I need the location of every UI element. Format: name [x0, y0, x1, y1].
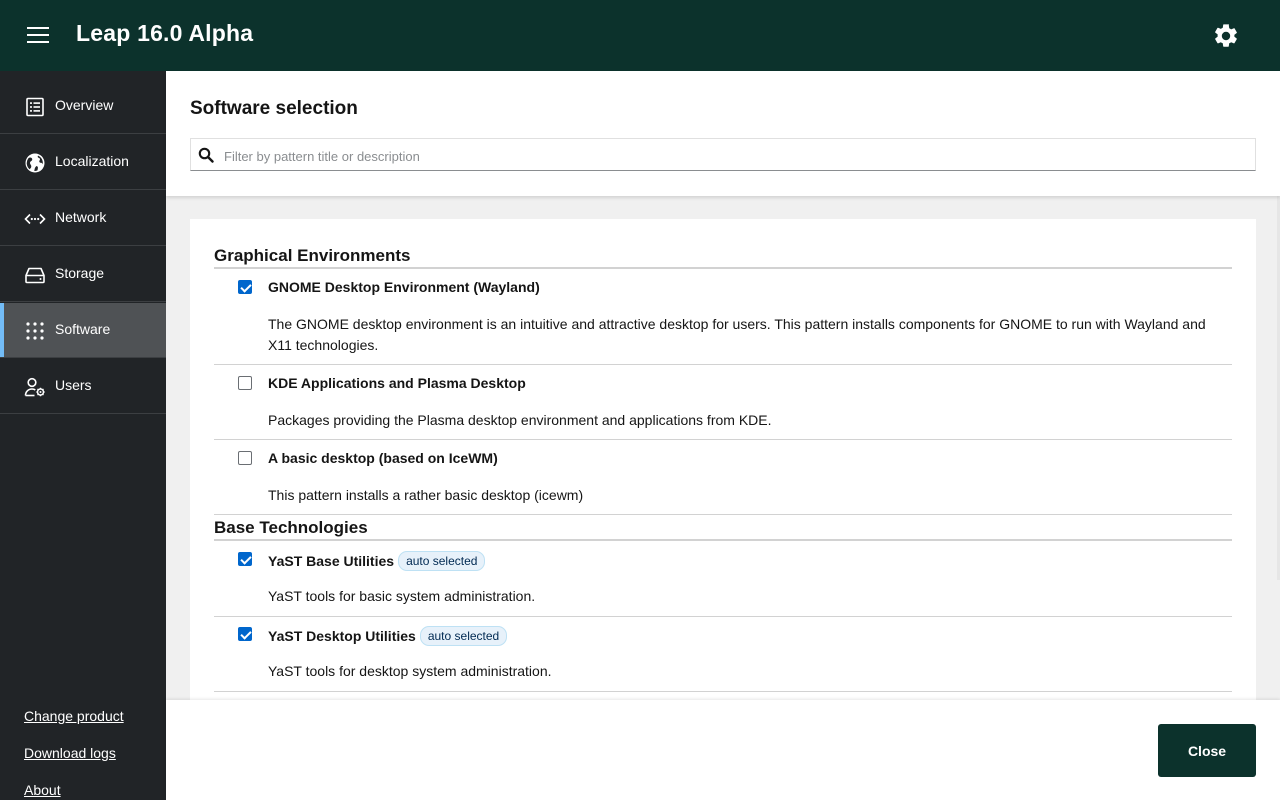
pattern-description: YaST tools for desktop system administra…	[268, 663, 552, 679]
user-settings-icon	[24, 377, 45, 397]
row-divider	[214, 616, 1232, 617]
pattern-description: This pattern installs a rather basic des…	[268, 487, 584, 503]
app-title: Leap 16.0 Alpha	[76, 20, 254, 46]
page-title: Software selection	[190, 98, 358, 119]
pattern-title-text: YaST Base Utilities	[268, 553, 395, 569]
close-button[interactable]: Close	[1158, 724, 1256, 777]
sidebar-item-label: Network	[55, 209, 107, 225]
sidebar-item-software[interactable]: Software	[0, 303, 166, 358]
pattern-checkbox[interactable]	[238, 552, 252, 566]
top-bar: Leap 16.0 Alpha	[0, 0, 1280, 71]
pattern-title[interactable]: KDE Applications and Plasma Desktop	[268, 375, 526, 391]
pattern-title[interactable]: YaST Desktop Utilities auto selected	[268, 626, 508, 646]
pattern-description: YaST tools for basic system administrati…	[268, 588, 536, 604]
list-icon	[26, 97, 44, 117]
sidebar-item-users[interactable]: Users	[0, 359, 166, 414]
pattern-checkbox[interactable]	[238, 451, 252, 465]
sidebar-item-network[interactable]: Network	[0, 191, 166, 246]
page-footer: Close	[166, 700, 1280, 800]
patterns-scroll-area[interactable]: Graphical Environments GNOME Desktop Env…	[166, 196, 1280, 700]
pattern-checkbox[interactable]	[238, 627, 252, 641]
row-divider	[214, 439, 1232, 440]
change-product-link[interactable]: Change product	[24, 708, 124, 724]
row-divider	[214, 364, 1232, 365]
sidebar-item-label: Overview	[55, 97, 114, 113]
sidebar-item-storage[interactable]: Storage	[0, 247, 166, 302]
search-input[interactable]	[222, 145, 1246, 167]
group-title: Base Technologies	[214, 518, 368, 537]
about-link[interactable]: About	[24, 782, 61, 798]
search-icon	[198, 147, 214, 163]
download-logs-link[interactable]: Download logs	[24, 745, 116, 761]
pattern-title[interactable]: GNOME Desktop Environment (Wayland)	[268, 279, 540, 295]
row-divider	[214, 691, 1232, 692]
pattern-title[interactable]: A basic desktop (based on IceWM)	[268, 450, 498, 466]
row-divider	[214, 514, 1232, 515]
sidebar: Overview Localization Network Storage So…	[0, 71, 166, 800]
network-icon	[24, 213, 46, 225]
globe-icon	[25, 153, 45, 173]
sidebar-item-label: Users	[55, 377, 92, 393]
sidebar-item-localization[interactable]: Localization	[0, 135, 166, 190]
gear-icon[interactable]	[1212, 22, 1240, 50]
sidebar-item-label: Storage	[55, 265, 105, 281]
group-divider	[214, 267, 1232, 269]
search-field[interactable]	[190, 138, 1256, 171]
pattern-title-text: YaST Desktop Utilities	[268, 628, 416, 644]
page-header: Software selection	[166, 71, 1280, 196]
sidebar-item-overview[interactable]: Overview	[0, 79, 166, 134]
drive-icon	[25, 267, 45, 284]
patterns-card: Graphical Environments GNOME Desktop Env…	[190, 219, 1256, 700]
sidebar-item-label: Software	[55, 321, 111, 337]
pattern-description: Packages providing the Plasma desktop en…	[268, 412, 772, 428]
pattern-title[interactable]: YaST Base Utilities auto selected	[268, 551, 486, 571]
pattern-description: The GNOME desktop environment is an intu…	[268, 316, 1206, 353]
menu-icon[interactable]	[27, 27, 49, 44]
sidebar-item-label: Localization	[55, 153, 129, 169]
group-title: Graphical Environments	[214, 246, 411, 265]
pattern-checkbox[interactable]	[238, 280, 252, 294]
pattern-checkbox[interactable]	[238, 376, 252, 390]
auto-selected-badge: auto selected	[398, 551, 486, 571]
apps-grid-icon	[26, 322, 44, 340]
auto-selected-badge: auto selected	[419, 626, 508, 646]
group-divider	[214, 539, 1232, 541]
